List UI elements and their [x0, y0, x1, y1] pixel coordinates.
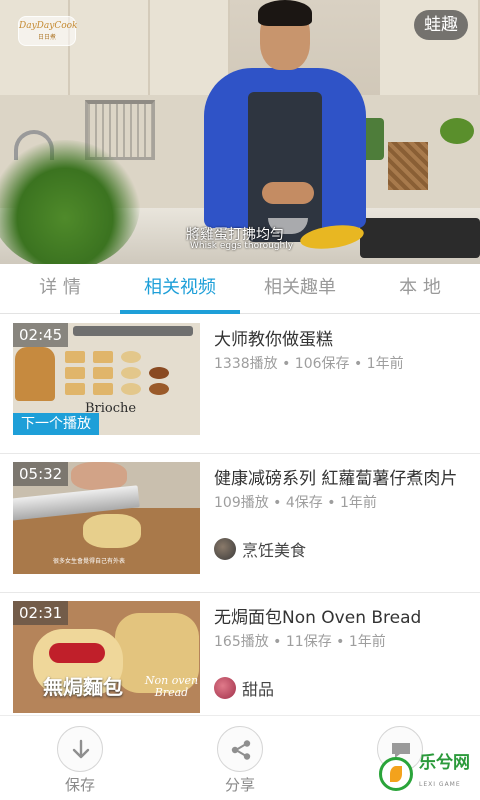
logo-text: DayDayCook	[19, 21, 78, 31]
save-label: 保存	[64, 776, 95, 794]
brand-badge[interactable]: 蛙趣	[414, 10, 468, 40]
tab-bar: 详 情 相关视频 相关趣单 本 地	[0, 264, 480, 314]
cabinet	[70, 0, 150, 95]
thumb-dough	[121, 367, 141, 379]
tab-related-lists[interactable]: 相关趣单	[240, 264, 360, 313]
category-avatar	[214, 538, 236, 560]
thumb-dough	[121, 351, 141, 363]
video-title[interactable]: 无焗面包Non Oven Bread	[214, 603, 476, 628]
thumb-dough	[93, 383, 113, 395]
duration-label: 02:45	[13, 323, 69, 347]
category-label: 甜品	[242, 680, 275, 699]
related-video-list: Brioche 02:45 下一个播放 大师教你做蛋糕 1338播放 • 106…	[0, 315, 480, 715]
thumb-caption-cn: 無焗麵包	[43, 675, 123, 699]
chef-hair	[258, 0, 312, 26]
thumb-dough	[93, 351, 113, 363]
thumb-caption: 很多女生會覺得自己有外表	[53, 558, 126, 565]
chef-hands	[262, 182, 314, 204]
list-item-video-2[interactable]: 很多女生會覺得自己有外表 05:32 健康减磅系列 紅蘿蔔薯仔煮肉片 109播放…	[0, 454, 480, 593]
thumb-dough	[149, 367, 169, 379]
thumb-hand	[71, 462, 127, 490]
daydaycook-logo: DayDayCook 日日煮	[18, 16, 78, 46]
thumb-food	[83, 514, 141, 548]
thumb-dough	[65, 367, 85, 379]
list-item-video-1[interactable]: Brioche 02:45 下一个播放 大师教你做蛋糕 1338播放 • 106…	[0, 315, 480, 454]
save-button[interactable]: 保存	[0, 716, 160, 800]
thumb-dough	[93, 367, 113, 379]
category-tag[interactable]: 甜品	[214, 675, 274, 701]
thumb-knife	[73, 326, 193, 336]
duration-label: 05:32	[13, 462, 69, 486]
thumb-dough	[121, 383, 141, 395]
video-title[interactable]: 健康减磅系列 紅蘿蔔薯仔煮肉片	[214, 464, 476, 489]
herb-plant	[440, 118, 474, 144]
watermark-text-block: 乐兮网 LEXI GAME	[419, 754, 470, 794]
thumb-dough	[65, 383, 85, 395]
cabinet	[0, 0, 70, 95]
tab-details[interactable]: 详 情	[0, 264, 120, 313]
video-thumbnail[interactable]: 無焗麵包 Non oven Bread 02:31	[13, 601, 200, 713]
thumb-dough	[149, 383, 169, 395]
watermark-text: 乐兮网	[419, 753, 470, 773]
thumb-caption-en: Non oven Bread	[144, 674, 199, 699]
thumb-bread	[15, 347, 55, 401]
video-thumbnail[interactable]: Brioche 02:45 下一个播放	[13, 323, 200, 435]
video-player[interactable]: DayDayCook 日日煮 蛙趣 將雞蛋打拂均勻 Whisk eggs tho…	[0, 0, 480, 264]
video-meta: 109播放 • 4保存 • 1年前	[214, 495, 377, 511]
share-icon	[217, 726, 263, 772]
video-thumbnail[interactable]: 很多女生會覺得自己有外表 05:32	[13, 462, 200, 574]
watermark-subtext: LEXI GAME	[419, 781, 461, 788]
duration-label: 02:31	[13, 601, 69, 625]
list-item-video-3[interactable]: 無焗麵包 Non oven Bread 02:31 无焗面包Non Oven B…	[0, 593, 480, 715]
share-label: 分享	[224, 776, 255, 794]
app-root: DayDayCook 日日煮 蛙趣 將雞蛋打拂均勻 Whisk eggs tho…	[0, 0, 480, 800]
video-title[interactable]: 大师教你做蛋糕	[214, 325, 476, 350]
tab-related-videos[interactable]: 相关视频	[120, 264, 240, 314]
thumb-jam	[49, 643, 105, 663]
category-tag[interactable]: 烹饪美食	[214, 536, 306, 562]
logo-subtext: 日日煮	[37, 34, 56, 41]
video-subtitle-en: Whisk eggs thoroughly	[190, 241, 294, 251]
share-button[interactable]: 分享	[160, 716, 320, 800]
video-meta: 165播放 • 11保存 • 1年前	[214, 634, 386, 650]
next-up-badge: 下一个播放	[13, 413, 99, 435]
stove	[360, 218, 480, 258]
site-watermark: 乐兮网 LEXI GAME	[379, 752, 470, 796]
download-icon	[57, 726, 103, 772]
category-avatar	[214, 677, 236, 699]
watermark-logo-icon	[379, 757, 413, 791]
category-label: 烹饪美食	[242, 541, 307, 560]
video-meta: 1338播放 • 106保存 • 1年前	[214, 356, 404, 372]
tab-local[interactable]: 本 地	[360, 264, 480, 313]
thumb-dough	[65, 351, 85, 363]
basket	[388, 142, 428, 190]
